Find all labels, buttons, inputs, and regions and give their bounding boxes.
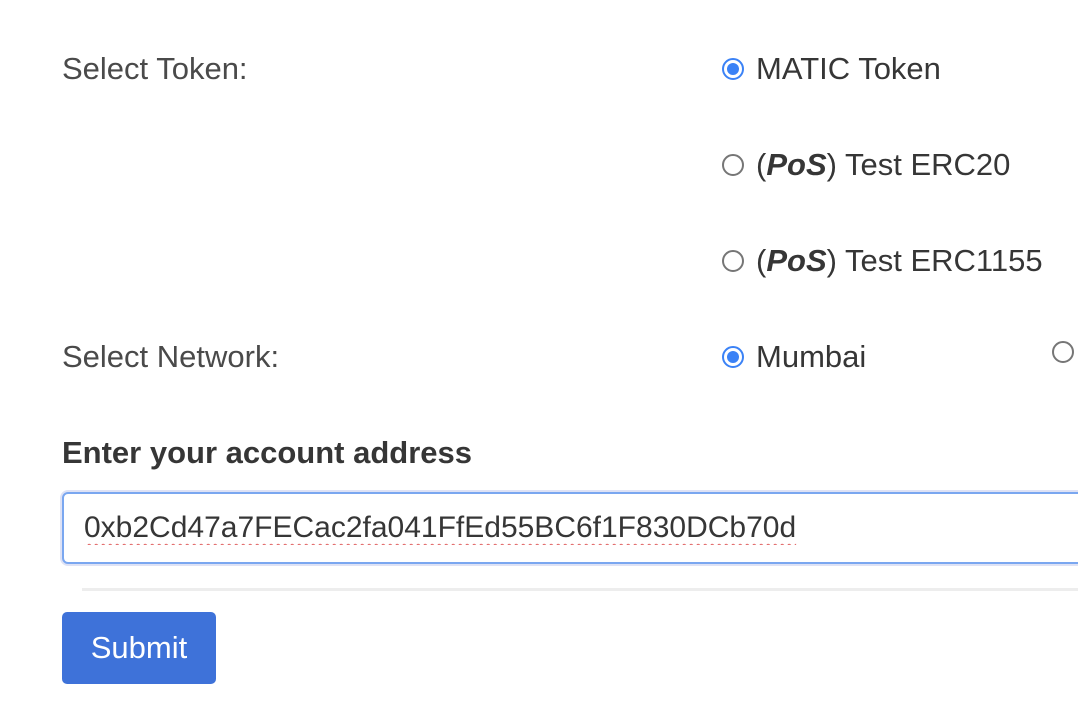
token-option-erc1155-prefix: ( xyxy=(756,243,767,278)
network-option-mumbai-label: Mumbai xyxy=(756,339,867,374)
divider xyxy=(82,588,1078,591)
radio-network-second[interactable] xyxy=(1052,341,1074,363)
submit-button[interactable]: Submit xyxy=(62,612,216,684)
radio-matic-token[interactable] xyxy=(722,57,744,80)
network-option-mumbai[interactable]: Mumbai xyxy=(722,341,866,372)
token-option-erc20[interactable]: (PoS) Test ERC20 xyxy=(722,149,1010,180)
select-token-label: Select Token: xyxy=(62,51,248,86)
token-option-erc1155-suffix: ) Test ERC1155 xyxy=(826,243,1043,278)
faucet-form: Select Token: MATIC Token (PoS) Test ERC… xyxy=(0,0,1078,712)
radio-test-erc1155[interactable] xyxy=(722,249,744,272)
token-option-matic-label: MATIC Token xyxy=(756,51,941,86)
radio-test-erc20[interactable] xyxy=(722,153,744,176)
token-option-erc1155-pos: PoS xyxy=(766,243,827,278)
radio-mumbai[interactable] xyxy=(722,345,744,368)
token-option-erc20-suffix: ) Test ERC20 xyxy=(826,147,1011,182)
account-address-input[interactable] xyxy=(62,492,1078,564)
token-option-erc20-pos: PoS xyxy=(766,147,827,182)
account-address-label: Enter your account address xyxy=(62,435,473,470)
network-option-second[interactable] xyxy=(1052,341,1078,363)
select-network-label: Select Network: xyxy=(62,339,280,374)
token-option-erc1155[interactable]: (PoS) Test ERC1155 xyxy=(722,245,1043,276)
token-option-matic[interactable]: MATIC Token xyxy=(722,53,941,84)
token-option-erc20-prefix: ( xyxy=(756,147,767,182)
